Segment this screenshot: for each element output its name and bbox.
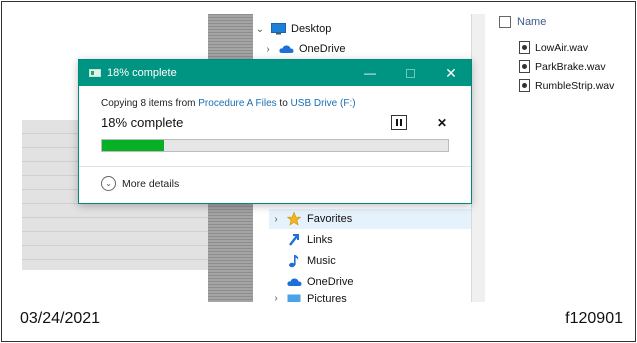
pause-icon-bar [400,119,402,126]
audio-file-icon [519,79,530,92]
list-item[interactable]: ParkBrake.wav [519,60,606,73]
file-name: LowAir.wav [535,41,589,54]
pause-icon [396,119,398,126]
copy-to-word: to [279,98,288,109]
nav-item-pictures[interactable]: › Pictures [269,293,347,302]
nav-item-label: Desktop [291,23,332,35]
nav-item-links[interactable]: Links [283,230,333,250]
link-icon [286,233,302,247]
nav-item-label: Pictures [307,293,347,302]
percent-complete-label: 18% complete [101,115,184,130]
nav-item-onedrive[interactable]: › OneDrive [261,39,345,59]
progress-bar [101,139,449,152]
select-all-checkbox[interactable] [499,16,511,28]
nav-item-label: Music [307,255,336,267]
chevron-down-icon[interactable]: ⌄ [253,24,267,35]
nav-item-onedrive-2[interactable]: OneDrive [283,272,353,292]
list-item[interactable]: LowAir.wav [519,41,588,54]
cloud-icon [286,275,302,289]
star-icon [286,212,302,226]
nav-item-favorites[interactable]: › Favorites [269,209,471,229]
dialog-divider [79,166,471,167]
minimize-button[interactable]: — [350,60,390,86]
nav-item-music[interactable]: Music [283,251,336,271]
audio-file-icon [519,60,530,73]
file-name: ParkBrake.wav [535,60,606,73]
list-item[interactable]: RumbleStrip.wav [519,79,614,92]
nav-item-label: OneDrive [307,276,354,288]
nav-item-label: Links [307,234,333,246]
progress-fill [102,140,165,151]
music-note-icon [286,254,302,268]
dialog-title: 18% complete [107,67,177,79]
file-name: RumbleStrip.wav [535,79,615,92]
more-details-label: More details [122,177,180,190]
name-column-header[interactable]: Name [499,16,546,28]
figure-code: f120901 [565,310,623,327]
dialog-titlebar[interactable]: 18% complete — ✕ [79,60,471,86]
file-list: Name LowAir.wav ParkBrake.wav RumbleStri… [485,14,635,302]
chevron-right-icon[interactable]: › [269,293,283,302]
copy-status-text: Copying 8 items from Procedure A Files t… [101,98,356,109]
nav-item-desktop[interactable]: ⌄ Desktop [253,19,331,39]
cancel-button[interactable]: ✕ [434,115,450,131]
audio-file-icon [519,41,530,54]
file-copy-icon [89,69,101,77]
chevron-down-icon: ⌄ [101,176,116,191]
pictures-icon [286,293,302,302]
more-details-toggle[interactable]: ⌄ More details [101,176,179,191]
chevron-right-icon[interactable]: › [269,214,283,225]
chevron-right-icon[interactable]: › [261,44,275,55]
pane-divider[interactable] [471,14,485,302]
maximize-icon [405,68,415,78]
pause-button[interactable] [391,115,407,130]
desktop-icon [270,22,286,36]
close-button[interactable]: ✕ [431,60,471,86]
footer-date: 03/24/2021 [20,310,101,327]
copy-progress-dialog: 18% complete — ✕ Copying 8 items from Pr… [78,59,472,204]
copy-prefix: Copying 8 items from [101,98,196,109]
destination-link[interactable]: USB Drive (F:) [291,98,356,109]
nav-item-label: OneDrive [299,43,346,55]
column-header-label: Name [517,16,547,28]
maximize-button [390,60,430,86]
source-folder-link[interactable]: Procedure A Files [198,98,276,109]
cloud-icon [278,42,294,56]
nav-item-label: Favorites [307,213,353,225]
